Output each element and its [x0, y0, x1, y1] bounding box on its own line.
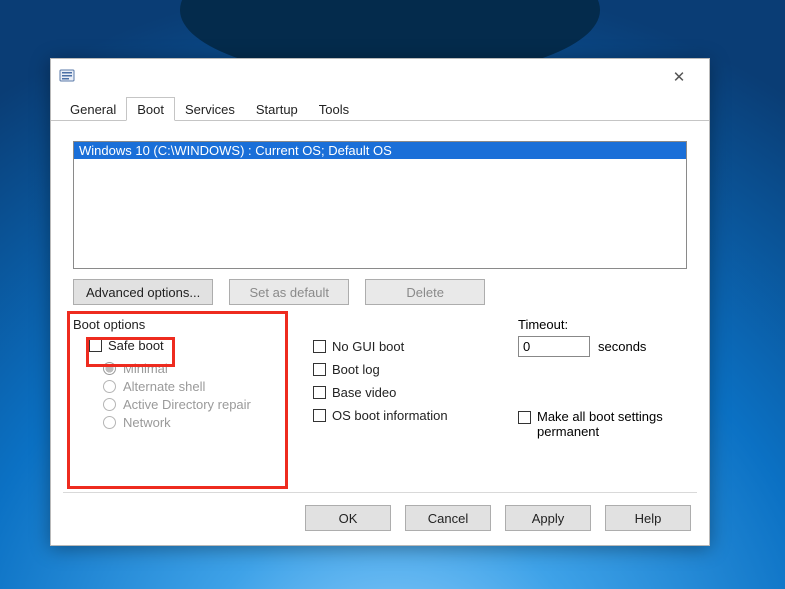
os-list[interactable]: Windows 10 (C:\WINDOWS) : Current OS; De… [73, 141, 687, 269]
tab-general[interactable]: General [59, 97, 127, 120]
tab-tools[interactable]: Tools [308, 97, 360, 120]
radio-label: Alternate shell [123, 379, 205, 394]
tab-services[interactable]: Services [174, 97, 246, 120]
boot-flags-group: No GUI boot Boot log Base video OS boot … [288, 317, 508, 439]
close-button[interactable]: ✕ [657, 62, 701, 92]
checkbox-label: OS boot information [332, 408, 448, 423]
cancel-button[interactable]: Cancel [405, 505, 491, 531]
checkbox-label: Safe boot [108, 338, 164, 353]
boot-log-checkbox[interactable]: Boot log [313, 362, 508, 377]
tab-strip: General Boot Services Startup Tools [51, 95, 709, 121]
titlebar: ✕ [51, 59, 709, 95]
radio-icon [103, 362, 116, 375]
os-list-item-label: Windows 10 (C:\WINDOWS) : Current OS; De… [79, 143, 392, 158]
os-action-row: Advanced options... Set as default Delet… [73, 279, 687, 305]
radio-icon [103, 398, 116, 411]
tab-boot[interactable]: Boot [126, 97, 175, 121]
checkbox-icon [518, 411, 531, 424]
radio-icon [103, 416, 116, 429]
set-as-default-button[interactable]: Set as default [229, 279, 349, 305]
radio-label: Minimal [123, 361, 168, 376]
tab-label: Services [185, 102, 235, 117]
radio-minimal: Minimal [103, 361, 288, 376]
radio-network: Network [103, 415, 288, 430]
checkbox-label: Boot log [332, 362, 380, 377]
timeout-unit: seconds [598, 339, 646, 354]
make-permanent-checkbox[interactable]: Make all boot settings permanent [518, 409, 677, 439]
tab-label: General [70, 102, 116, 117]
tab-label: Tools [319, 102, 349, 117]
checkbox-icon [89, 339, 102, 352]
close-icon: ✕ [673, 68, 686, 86]
checkbox-icon [313, 409, 326, 422]
msconfig-dialog: ✕ General Boot Services Startup Tools Wi… [50, 58, 710, 546]
options-grid: Boot options Safe boot Minimal Alternate… [73, 317, 687, 439]
checkbox-icon [313, 386, 326, 399]
boot-options-group: Boot options Safe boot Minimal Alternate… [73, 317, 288, 439]
checkbox-icon [313, 340, 326, 353]
tab-startup[interactable]: Startup [245, 97, 309, 120]
dialog-footer: OK Cancel Apply Help [305, 505, 691, 531]
desktop-wallpaper: ✕ General Boot Services Startup Tools Wi… [0, 0, 785, 589]
dialog-body: Windows 10 (C:\WINDOWS) : Current OS; De… [51, 121, 709, 453]
no-gui-boot-checkbox[interactable]: No GUI boot [313, 339, 508, 354]
timeout-group: Timeout: seconds Make all boot settings … [508, 317, 677, 439]
radio-alternate-shell: Alternate shell [103, 379, 288, 394]
timeout-input[interactable] [518, 336, 590, 357]
advanced-options-button[interactable]: Advanced options... [73, 279, 213, 305]
ok-button[interactable]: OK [305, 505, 391, 531]
radio-ad-repair: Active Directory repair [103, 397, 288, 412]
timeout-label: Timeout: [518, 317, 677, 332]
checkbox-icon [313, 363, 326, 376]
base-video-checkbox[interactable]: Base video [313, 385, 508, 400]
os-list-item-selected[interactable]: Windows 10 (C:\WINDOWS) : Current OS; De… [74, 142, 686, 159]
radio-icon [103, 380, 116, 393]
delete-button[interactable]: Delete [365, 279, 485, 305]
radio-label: Active Directory repair [123, 397, 251, 412]
boot-options-label: Boot options [73, 317, 288, 332]
checkbox-label: No GUI boot [332, 339, 404, 354]
os-boot-info-checkbox[interactable]: OS boot information [313, 408, 508, 423]
help-button[interactable]: Help [605, 505, 691, 531]
tab-label: Startup [256, 102, 298, 117]
msconfig-icon [59, 67, 77, 88]
checkbox-label: Base video [332, 385, 396, 400]
divider [63, 492, 697, 493]
apply-button[interactable]: Apply [505, 505, 591, 531]
radio-label: Network [123, 415, 171, 430]
tab-label: Boot [137, 102, 164, 117]
safe-boot-checkbox[interactable]: Safe boot [89, 338, 288, 353]
checkbox-label: Make all boot settings permanent [537, 409, 677, 439]
